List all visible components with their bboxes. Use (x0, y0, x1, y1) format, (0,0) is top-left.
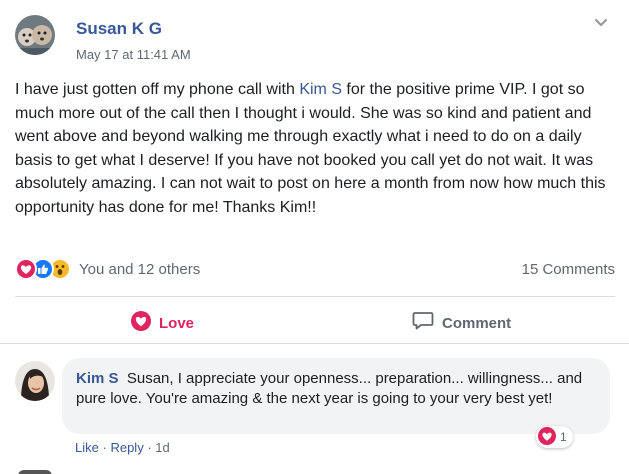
commenter-avatar[interactable] (15, 361, 55, 401)
love-label: Love (159, 314, 195, 332)
love-button[interactable]: Love (15, 297, 315, 343)
comment-reaction-count: 1 (560, 430, 567, 444)
comment-icon (412, 311, 434, 335)
comment-label: Comment (442, 314, 512, 332)
comments-count-link[interactable]: 15 Comments (522, 261, 615, 278)
post-text: I have just gotten off my phone call wit… (15, 78, 615, 219)
post-timestamp[interactable]: May 17 at 11:41 AM (76, 47, 191, 62)
commenter-name[interactable]: Kim S (76, 370, 119, 387)
post-header: Susan K G May 17 at 11:41 AM (0, 0, 629, 70)
comment-section: Kim S Susan, I appreciate your openness.… (0, 344, 629, 474)
reactions-bar: You and 12 others 15 Comments (15, 257, 615, 283)
post-text-after: for the positive prime VIP. I got so muc… (15, 81, 606, 216)
love-icon (131, 311, 151, 335)
author-name[interactable]: Susan K G (76, 19, 162, 39)
reaction-icons[interactable] (15, 258, 79, 280)
author-avatar[interactable] (15, 15, 55, 55)
comment-bubble: Kim S Susan, I appreciate your openness.… (62, 358, 610, 434)
comment-button[interactable]: Comment (315, 297, 615, 343)
comment-text: Susan, I appreciate your openness... pre… (76, 370, 583, 407)
comment-reaction-badge[interactable]: 1 (536, 426, 573, 448)
comment-reply-link[interactable]: Reply (110, 440, 143, 455)
separator: · (147, 440, 152, 455)
chevron-down-icon[interactable] (594, 16, 608, 28)
action-bar: Love Comment (15, 297, 615, 343)
next-comment-avatar (18, 470, 52, 474)
comment-actions: Like · Reply · 1d (75, 440, 170, 455)
reaction-summary[interactable]: You and 12 others (79, 261, 200, 278)
separator: · (102, 440, 107, 455)
mention-link[interactable]: Kim S (299, 81, 342, 98)
love-reaction-icon (538, 426, 556, 448)
post-text-before: I have just gotten off my phone call wit… (15, 81, 300, 98)
love-reaction-icon (15, 258, 37, 280)
comment-like-link[interactable]: Like (75, 440, 99, 455)
comment-time[interactable]: 1d (155, 440, 169, 455)
